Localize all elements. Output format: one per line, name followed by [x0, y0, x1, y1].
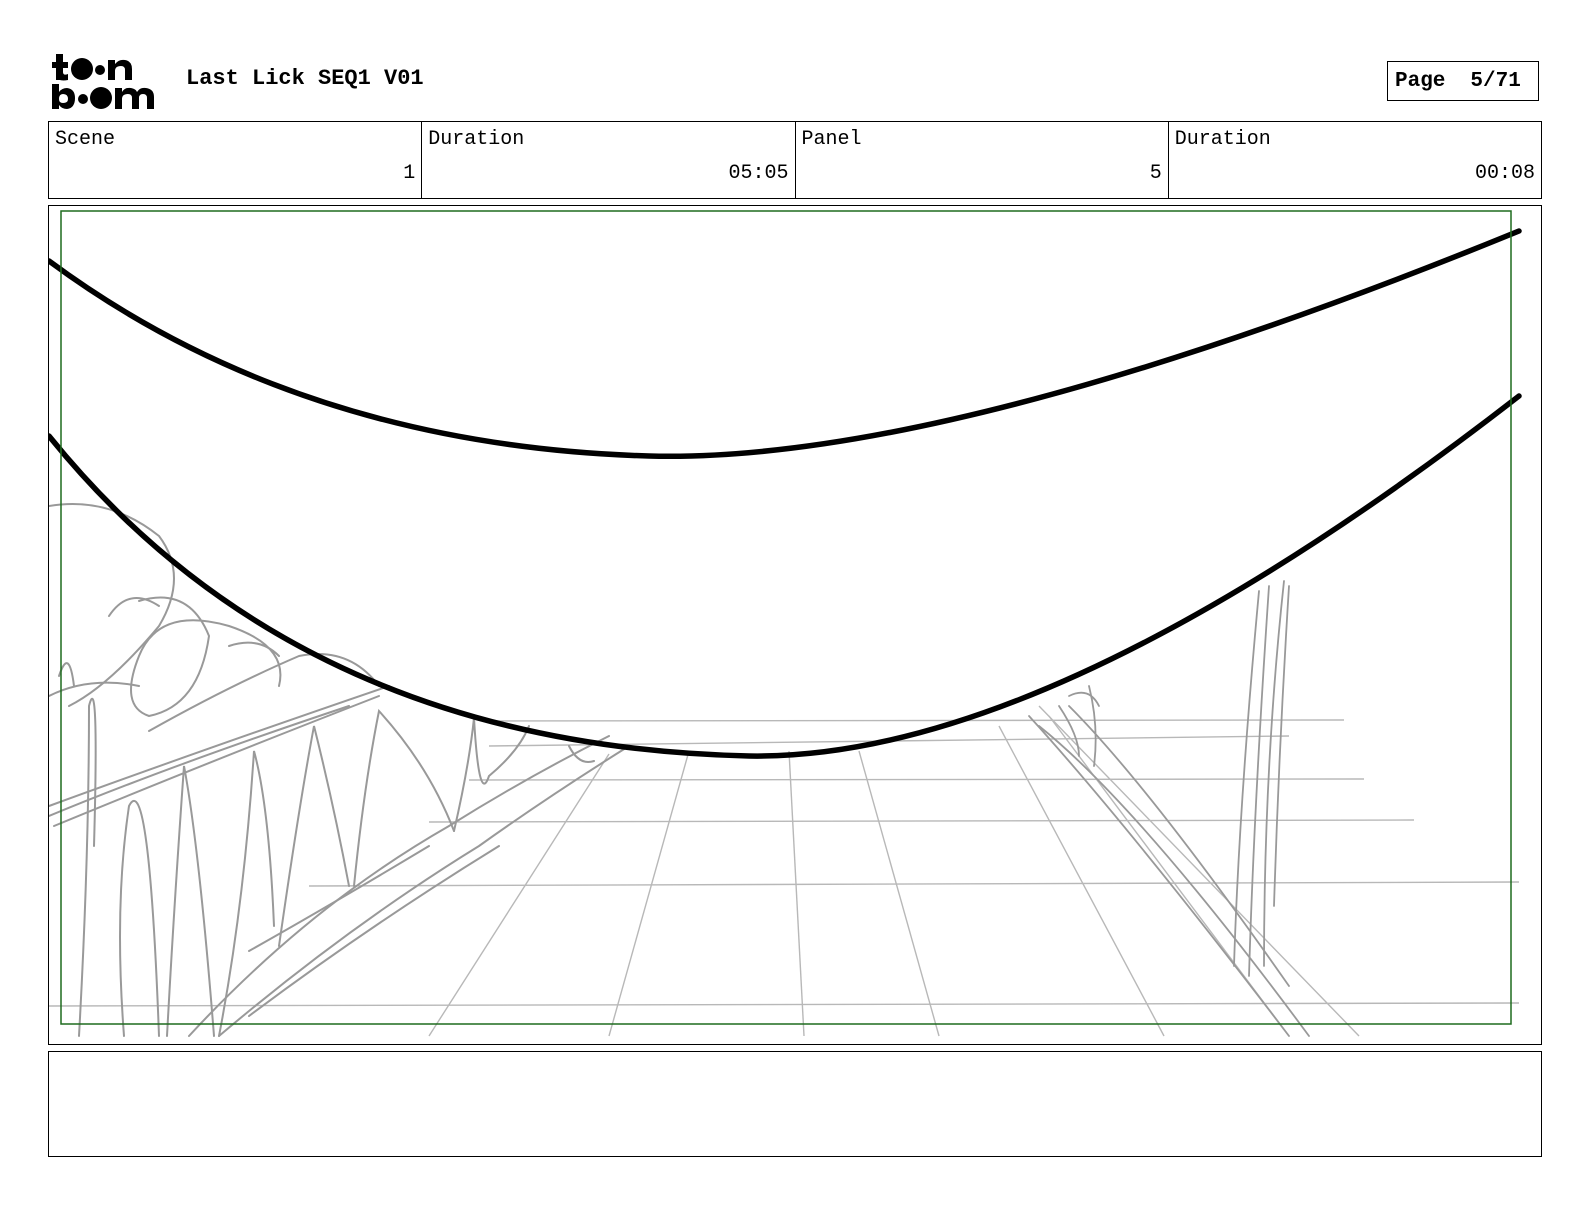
scene-info-row: Scene 1 Duration 05:05 Panel 5 Duration …: [48, 121, 1542, 199]
scene-duration-value: 05:05: [728, 162, 789, 185]
panel-cell: Panel 5: [796, 122, 1169, 198]
scene-cell: Scene 1: [49, 122, 423, 198]
page-number: 5/71: [1470, 69, 1521, 93]
scene-duration-cell: Duration 05:05: [422, 122, 796, 198]
panel-drawing: [49, 210, 1522, 1037]
scene-duration-label: Duration: [428, 128, 525, 151]
panel-duration-label: Duration: [1174, 128, 1271, 151]
panel-notes-box[interactable]: [48, 1051, 1542, 1157]
ink-arch-curves: [49, 228, 1522, 759]
panel-value: 5: [1149, 162, 1162, 185]
sketch-left-scenery: [49, 503, 630, 1037]
safe-frame: [60, 210, 1512, 1025]
panel-duration-cell: Duration 00:08: [1169, 122, 1541, 198]
page-label: Page: [1395, 69, 1446, 93]
scene-label: Scene: [55, 128, 116, 151]
document-title: Last Lick SEQ1 V01: [186, 66, 424, 91]
scene-value: 1: [403, 162, 416, 185]
toon-boom-logo: [52, 54, 154, 109]
sketch-right-pillar: [1028, 580, 1310, 1037]
page-indicator: Page 5/71: [1387, 61, 1539, 101]
storyboard-panel: [48, 205, 1542, 1045]
panel-label: Panel: [801, 128, 862, 151]
panel-duration-value: 00:08: [1474, 162, 1535, 185]
